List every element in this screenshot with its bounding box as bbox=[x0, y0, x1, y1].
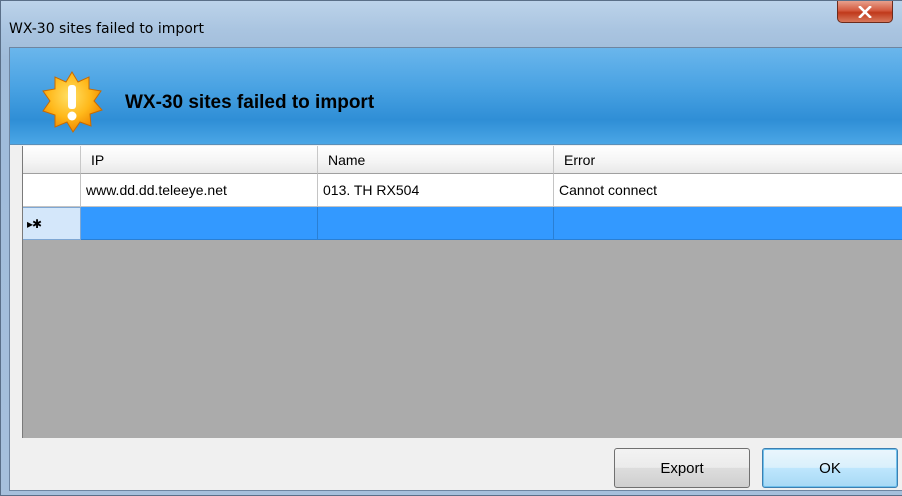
row-header[interactable] bbox=[23, 174, 81, 207]
failed-sites-grid[interactable]: IP Name Error www.dd.dd.teleeye.net 013.… bbox=[22, 146, 902, 438]
header-banner: WX-30 sites failed to import bbox=[10, 48, 902, 145]
window-title: WX-30 sites failed to import bbox=[9, 21, 205, 37]
close-button[interactable] bbox=[837, 1, 893, 23]
close-icon bbox=[858, 5, 872, 18]
dialog-client-area: WX-30 sites failed to import IP Name Err… bbox=[9, 47, 902, 491]
header-title: WX-30 sites failed to import bbox=[125, 92, 375, 113]
new-cell-name[interactable] bbox=[318, 207, 554, 240]
new-row-marker-icon: ▸✱ bbox=[27, 216, 42, 231]
column-header-error[interactable]: Error bbox=[554, 146, 902, 174]
column-header-name[interactable]: Name bbox=[318, 146, 554, 174]
new-row[interactable]: ▸✱ bbox=[23, 207, 902, 240]
ok-button[interactable]: OK bbox=[762, 448, 898, 488]
cell-name[interactable]: 013. TH RX504 bbox=[318, 174, 554, 207]
warning-burst-icon bbox=[42, 71, 103, 133]
row-header-corner[interactable] bbox=[23, 146, 81, 174]
new-cell-error[interactable] bbox=[554, 207, 902, 240]
dialog-window: WX-30 sites failed to import WX-30 sites… bbox=[0, 0, 902, 496]
export-button[interactable]: Export bbox=[614, 448, 750, 488]
table-row[interactable]: www.dd.dd.teleeye.net 013. TH RX504 Cann… bbox=[23, 174, 902, 207]
cell-ip[interactable]: www.dd.dd.teleeye.net bbox=[81, 174, 318, 207]
grid-header-row: IP Name Error bbox=[23, 146, 902, 174]
column-header-ip[interactable]: IP bbox=[81, 146, 318, 174]
new-row-header[interactable]: ▸✱ bbox=[23, 207, 81, 240]
cell-error[interactable]: Cannot connect bbox=[554, 174, 902, 207]
title-bar[interactable]: WX-30 sites failed to import bbox=[1, 1, 902, 39]
new-cell-ip[interactable] bbox=[81, 207, 318, 240]
